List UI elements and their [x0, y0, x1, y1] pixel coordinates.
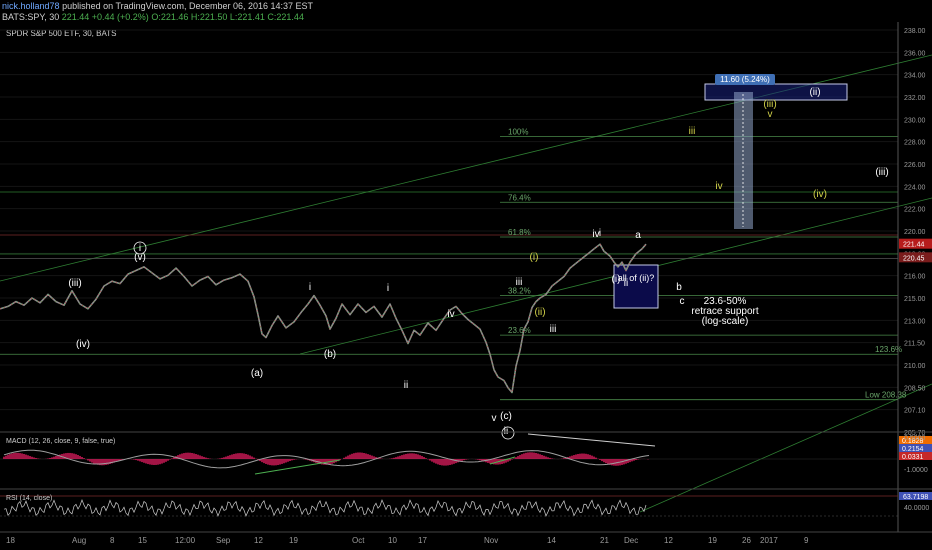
- time-tick-label: Dec: [624, 536, 638, 545]
- fib-label: 100%: [508, 127, 528, 136]
- price-tag-label: 221.44: [903, 242, 925, 249]
- time-tick-label: 19: [289, 536, 298, 545]
- fib-label: Low 208.38: [865, 391, 907, 400]
- time-tick-label: 12:00: [175, 536, 196, 545]
- macd-value: 0.2154: [902, 446, 924, 453]
- projected-wave-label: (i): [530, 252, 539, 263]
- macd-label: MACD (12, 26, close, 9, false, true): [6, 438, 115, 445]
- rsi-label: RSI (14, close): [6, 495, 52, 502]
- time-tick-label: 15: [138, 536, 147, 545]
- wave-label: ii: [624, 278, 628, 289]
- price-change: +0.44 (+0.2%): [91, 12, 149, 22]
- fib-label: 76.4%: [508, 193, 531, 202]
- publish-line: nick.holland78 published on TradingView.…: [2, 1, 313, 11]
- support-line-3: (log-scale): [702, 316, 749, 327]
- wave-label: (i): [612, 274, 621, 285]
- projected-wave-label: iii: [689, 126, 696, 137]
- wave-label: (b): [324, 349, 336, 360]
- macd-tick: -1.0000: [904, 467, 928, 474]
- price-tick-label: 232.00: [904, 95, 926, 102]
- projected-wave-label: iv: [715, 181, 722, 192]
- author-link[interactable]: nick.holland78: [2, 1, 60, 11]
- wave-label: i: [387, 283, 389, 294]
- price-tick-label: 216.00: [904, 274, 926, 281]
- price-tick-label: 222.00: [904, 207, 926, 214]
- time-tick-label: Nov: [484, 536, 498, 545]
- wave-label: (ii): [809, 87, 820, 98]
- price-tick-label: 226.00: [904, 162, 926, 169]
- price-tick-label: 234.00: [904, 73, 926, 80]
- fib-label: 23.6%: [508, 326, 531, 335]
- wave-label: (a): [251, 368, 263, 379]
- wave-label: i: [309, 282, 311, 293]
- price-tick-label: 207.10: [904, 408, 926, 415]
- macd-value: 0.0331: [902, 454, 924, 461]
- price-tag-label: 220.45: [903, 255, 925, 262]
- time-tick-label: 12: [664, 536, 673, 545]
- wave-label: ii: [404, 380, 408, 391]
- wave-label: (iii): [875, 167, 888, 178]
- wave-label: c: [680, 296, 685, 307]
- symbol-label: BATS:SPY, 30: [2, 12, 60, 22]
- time-tick-label: 17: [418, 536, 427, 545]
- time-tick-label: Aug: [72, 536, 86, 545]
- time-tick-label: 21: [600, 536, 609, 545]
- symbol-line: BATS:SPY, 30 221.44 +0.44 (+0.2%) O:221.…: [2, 12, 304, 22]
- rsi-tick: 40.0000: [904, 505, 929, 512]
- time-tick-label: 9: [804, 536, 809, 545]
- price-tick-label: 211.50: [904, 341, 925, 348]
- published-text: published on TradingView.com, December 0…: [62, 1, 314, 11]
- projected-wave-label: (ii): [534, 307, 545, 318]
- measure-range: [734, 92, 753, 229]
- price-tick-label: 224.00: [904, 184, 926, 191]
- price-chart[interactable]: SPDR S&P 500 ETF, 30, BATS 100%76.4%61.8…: [0, 22, 932, 550]
- time-tick-label: 19: [708, 536, 717, 545]
- time-tick-label: 12: [254, 536, 263, 545]
- price-tick-label: 213.00: [904, 318, 926, 325]
- projected-wave-label: v: [768, 109, 773, 120]
- wave-label: iii: [550, 324, 557, 335]
- last-price: 221.44: [61, 12, 90, 22]
- price-tick-label: 228.00: [904, 140, 926, 147]
- price-tick-label: 238.00: [904, 28, 926, 35]
- wave-label: v: [492, 413, 497, 424]
- circled-wave-label: i: [139, 243, 141, 254]
- wave-label: (c): [500, 411, 512, 422]
- time-tick-label: 26: [742, 536, 751, 545]
- price-tick-label: 215.00: [904, 296, 926, 303]
- wave-label: iii: [516, 277, 523, 288]
- wave-label: i: [599, 228, 601, 239]
- price-tick-label: 210.00: [904, 363, 926, 370]
- wave-label: a: [635, 230, 641, 241]
- price-tick-label: 236.00: [904, 50, 926, 57]
- chart-header: nick.holland78 published on TradingView.…: [0, 0, 932, 22]
- time-tick-label: 18: [6, 536, 15, 545]
- measure-label: 11.60 (5.24%): [720, 75, 770, 84]
- wave-label: (iii): [68, 278, 81, 289]
- price-tick-label: 220.00: [904, 229, 926, 236]
- rsi-value: 63.7198: [903, 494, 928, 501]
- time-tick-label: 2017: [760, 536, 778, 545]
- ohlc-values: O:221.46 H:221.50 L:221.41 C:221.44: [151, 12, 304, 22]
- time-tick-label: 10: [388, 536, 397, 545]
- wave-label: iv: [447, 309, 454, 320]
- chart-background: [0, 22, 932, 550]
- time-tick-label: Sep: [216, 536, 231, 545]
- wave-ii-box: [613, 264, 659, 309]
- price-tick-label: 208.50: [904, 385, 926, 392]
- price-tick-label: 230.00: [904, 117, 926, 124]
- projected-wave-label: (iv): [813, 189, 827, 200]
- wave-label: (iv): [76, 339, 90, 350]
- macd-tick: 0.5000: [904, 435, 926, 442]
- wave-label: b: [676, 282, 682, 293]
- target-zone-box: [704, 83, 848, 101]
- time-tick-label: 14: [547, 536, 556, 545]
- time-tick-label: 8: [110, 536, 115, 545]
- time-tick-label: Oct: [352, 536, 365, 545]
- fib-label: 61.8%: [508, 228, 531, 237]
